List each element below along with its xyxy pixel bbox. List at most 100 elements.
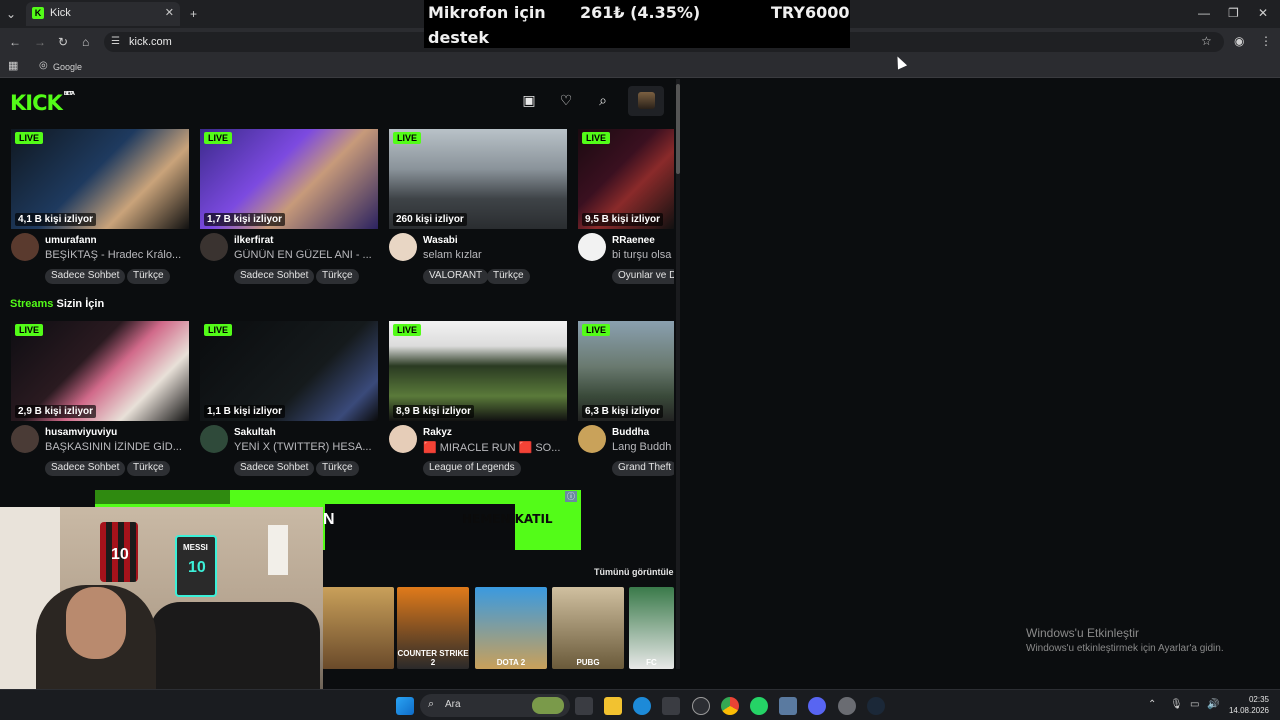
channel-name[interactable]: umurafann — [45, 235, 97, 246]
kick-logo[interactable]: KICK BETA — [10, 91, 75, 115]
stream-thumbnail[interactable]: LIVE 8,9 B kişi izliyor — [389, 321, 567, 421]
stream-thumbnail[interactable]: LIVE 260 kişi izliyor — [389, 129, 567, 229]
channel-name[interactable]: Sakultah — [234, 427, 276, 438]
stream-thumbnail[interactable]: LIVE 9,5 B kişi izliyor — [578, 129, 674, 229]
bookmark-google[interactable]: Google — [53, 60, 82, 74]
bookmark-star-icon[interactable]: ☆ — [1201, 34, 1212, 48]
category-tag[interactable]: Oyunlar ve D — [612, 269, 674, 284]
ad-info-icon[interactable]: ⓘ — [565, 491, 577, 502]
tab-close-icon[interactable]: ✕ — [165, 6, 174, 19]
channel-avatar[interactable] — [578, 233, 606, 261]
channel-name[interactable]: husamviyuviyu — [45, 427, 117, 438]
channel-avatar[interactable] — [578, 425, 606, 453]
stream-thumbnail[interactable]: LIVE 1,1 B kişi izliyor — [200, 321, 378, 421]
apps-grid-icon[interactable]: ▦ — [8, 59, 18, 73]
task-view-icon[interactable] — [575, 697, 593, 715]
channel-avatar[interactable] — [200, 233, 228, 261]
reload-icon[interactable]: ↻ — [58, 35, 68, 49]
stream-title[interactable]: 🟥 MIRACLE RUN 🟥 SO... — [423, 441, 567, 454]
stream-card[interactable]: LIVE 260 kişi izliyor Wasabi selam kızla… — [389, 129, 567, 289]
app-icon[interactable] — [692, 697, 710, 715]
whatsapp-icon[interactable] — [750, 697, 768, 715]
steam-icon[interactable] — [867, 697, 885, 715]
language-tag[interactable]: Türkçe — [487, 269, 530, 284]
game-card[interactable]: FC — [629, 587, 674, 669]
stream-card[interactable]: LIVE 4,1 B kişi izliyor umurafann BEŞİKT… — [11, 129, 189, 289]
stream-title[interactable]: selam kızlar — [423, 249, 567, 261]
stream-title[interactable]: GÜNÜN EN GÜZEL ANI - ... — [234, 249, 378, 261]
new-tab-icon[interactable]: + — [190, 7, 197, 21]
channel-avatar[interactable] — [389, 233, 417, 261]
category-tag[interactable]: Sadece Sohbet — [45, 269, 126, 284]
network-icon[interactable]: ▭ — [1190, 698, 1199, 712]
channel-avatar[interactable] — [389, 425, 417, 453]
channel-name[interactable]: Buddha — [612, 427, 649, 438]
category-tag[interactable]: League of Legends — [423, 461, 521, 476]
forward-icon[interactable]: → — [34, 35, 46, 49]
channel-avatar[interactable] — [11, 425, 39, 453]
tab-search-icon[interactable]: ⌄ — [6, 7, 16, 21]
scrollbar-thumb[interactable] — [676, 84, 680, 174]
restore-icon[interactable]: ❐ — [1228, 6, 1239, 20]
category-tag[interactable]: VALORANT — [423, 269, 489, 284]
game-card[interactable]: COUNTER STRIKE 2 — [397, 587, 469, 669]
tray-chevron-icon[interactable]: ⌃ — [1148, 698, 1156, 712]
browse-icon[interactable]: ▣ — [520, 91, 538, 109]
volume-icon[interactable]: 🔊 — [1207, 698, 1219, 712]
stream-thumbnail[interactable]: LIVE 4,1 B kişi izliyor — [11, 129, 189, 229]
stream-thumbnail[interactable]: LIVE 1,7 B kişi izliyor — [200, 129, 378, 229]
game-card[interactable]: PUBG — [552, 587, 624, 669]
stream-card[interactable]: LIVE 1,1 B kişi izliyor Sakultah YENİ X … — [200, 321, 378, 481]
file-explorer-icon[interactable] — [604, 697, 622, 715]
following-heart-icon[interactable]: ♡ — [557, 91, 575, 109]
app-icon[interactable] — [779, 697, 797, 715]
back-icon[interactable]: ← — [9, 35, 21, 49]
stream-card[interactable]: LIVE 8,9 B kişi izliyor Rakyz 🟥 MIRACLE … — [389, 321, 567, 481]
channel-avatar[interactable] — [200, 425, 228, 453]
chrome-icon[interactable] — [721, 697, 739, 715]
stream-title[interactable]: BAŞKASININ İZİNDE GİD... — [45, 441, 189, 453]
stream-title[interactable]: Lang Buddh — [612, 441, 674, 453]
settings-gear-icon[interactable] — [838, 697, 856, 715]
edge-icon[interactable] — [633, 697, 651, 715]
channel-name[interactable]: Rakyz — [423, 427, 452, 438]
language-tag[interactable]: Türkçe — [127, 269, 170, 284]
channel-avatar[interactable] — [11, 233, 39, 261]
taskbar-search[interactable]: ⌕ Ara — [420, 694, 570, 717]
category-tag[interactable]: Sadece Sohbet — [45, 461, 126, 476]
menu-icon[interactable]: ⋮ — [1260, 34, 1272, 48]
channel-name[interactable]: RRaenee — [612, 235, 655, 246]
see-all-link[interactable]: Tümünü görüntüle — [594, 567, 673, 577]
stream-title[interactable]: YENİ X (TWITTER) HESA... — [234, 441, 378, 453]
language-tag[interactable]: Türkçe — [127, 461, 170, 476]
discord-icon[interactable] — [808, 697, 826, 715]
stream-card[interactable]: LIVE 1,7 B kişi izliyor ilkerfirat GÜNÜN… — [200, 129, 378, 289]
start-windows-icon[interactable] — [396, 697, 414, 715]
language-tag[interactable]: Türkçe — [316, 269, 359, 284]
language-tag[interactable]: Türkçe — [316, 461, 359, 476]
channel-name[interactable]: ilkerfirat — [234, 235, 273, 246]
stream-card[interactable]: LIVE 9,5 B kişi izliyor RRaenee bi turşu… — [578, 129, 674, 289]
page-scrollbar[interactable] — [676, 79, 680, 669]
stream-title[interactable]: BEŞİKTAŞ - Hradec Králo... — [45, 249, 189, 261]
search-icon[interactable]: ⌕ — [594, 91, 612, 109]
microphone-icon[interactable]: 🎙 — [1170, 698, 1183, 712]
minimize-icon[interactable]: — — [1198, 6, 1210, 20]
stream-title[interactable]: bi turşu olsa — [612, 249, 674, 261]
stream-card[interactable]: LIVE 6,3 B kişi izliyor Buddha Lang Budd… — [578, 321, 674, 481]
window-close-icon[interactable]: ✕ — [1258, 6, 1268, 20]
ad-join-button[interactable]: HEMEN KATIL — [462, 512, 553, 526]
category-tag[interactable]: Grand Theft — [612, 461, 674, 476]
stream-card[interactable]: LIVE 2,9 B kişi izliyor husamviyuviyu BA… — [11, 321, 189, 481]
game-card[interactable]: DOTA 2 — [475, 587, 547, 669]
site-info-icon[interactable]: ☰ — [111, 35, 120, 49]
home-icon[interactable]: ⌂ — [82, 35, 89, 49]
tab-kick[interactable]: K Kick ✕ — [26, 2, 180, 26]
store-icon[interactable] — [662, 697, 680, 715]
game-card[interactable] — [322, 587, 394, 669]
category-tag[interactable]: Sadece Sohbet — [234, 461, 315, 476]
profile-icon[interactable]: ◉ — [1234, 34, 1244, 48]
channel-name[interactable]: Wasabi — [423, 235, 458, 246]
taskbar-clock[interactable]: 02:35 14.08.2026 — [1229, 694, 1269, 716]
stream-thumbnail[interactable]: LIVE 2,9 B kişi izliyor — [11, 321, 189, 421]
